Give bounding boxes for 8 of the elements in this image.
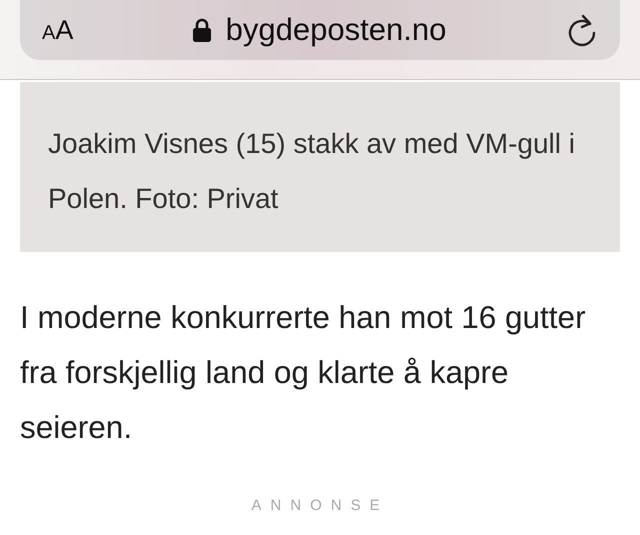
lock-icon [192, 18, 212, 42]
text-size-button[interactable]: AA [42, 14, 112, 46]
reload-icon[interactable] [566, 13, 598, 47]
address-bar[interactable]: AA bygdeposten.no [20, 0, 620, 60]
photo-caption: Joakim Visnes (15) stakk av med VM-gull i Polen. Foto: Privat [48, 127, 576, 216]
url-text: bygdeposten.no [226, 12, 446, 48]
ad-label: ANNONSE [250, 497, 390, 514]
article-paragraph: I moderne konkurrerte han mot 16 gutter fra forskjellig land og klarte å kapre seieren. [20, 298, 587, 447]
